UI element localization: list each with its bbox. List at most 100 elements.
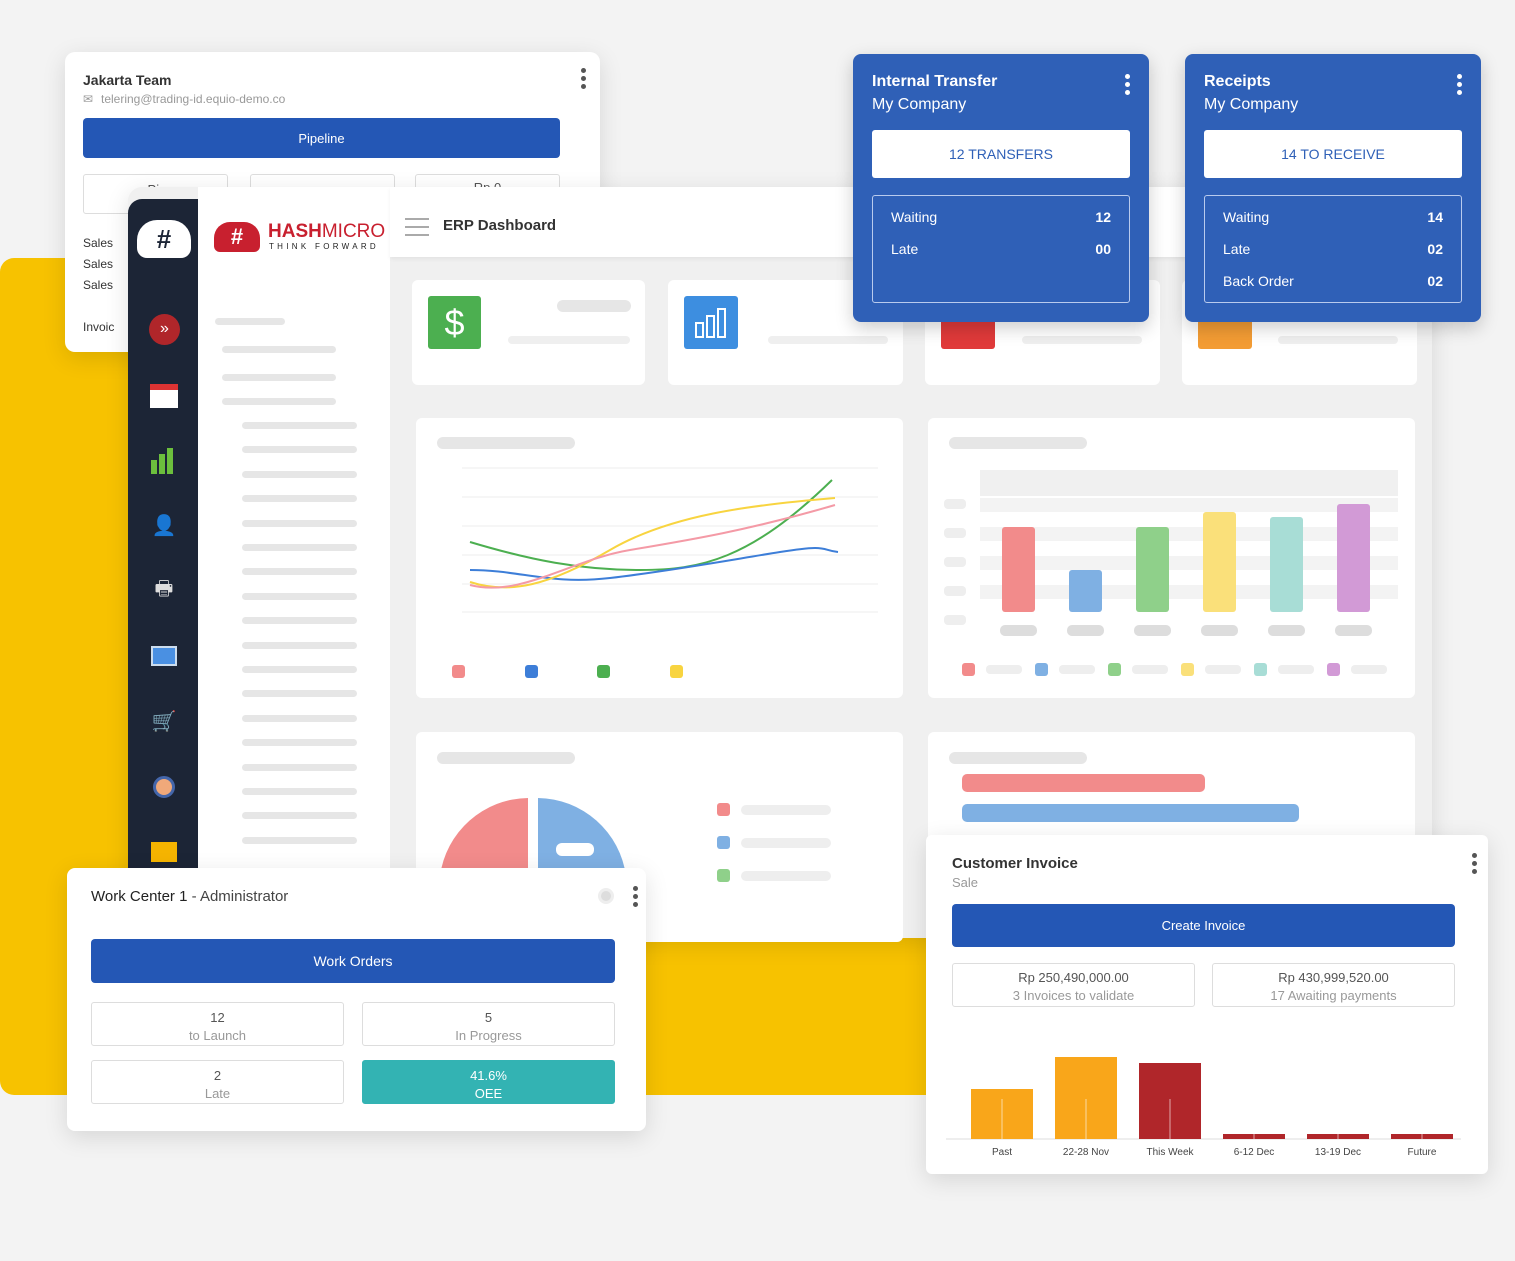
bar [1069, 570, 1102, 612]
nav-skeleton [242, 592, 357, 600]
calendar-icon[interactable] [148, 382, 180, 410]
legend-skeleton [1205, 665, 1241, 674]
skeleton-text [508, 336, 630, 344]
skeleton-bar-chart [944, 498, 1398, 676]
stat-box[interactable]: 12 to Launch [91, 1002, 344, 1046]
nav-skeleton [222, 398, 336, 405]
page-title: ERP Dashboard [443, 217, 557, 234]
to-receive-button[interactable]: 14 TO RECEIVE [1204, 130, 1462, 178]
bar [1337, 504, 1370, 612]
cart-icon[interactable]: 🛒 [148, 707, 180, 735]
skeleton-title [437, 437, 575, 449]
status-row[interactable]: Waiting 14 [1223, 209, 1443, 225]
company-name: My Company [1204, 96, 1299, 113]
legend-swatch [1035, 663, 1048, 676]
chart-icon[interactable] [148, 446, 180, 474]
y-tick-skeleton [944, 615, 966, 625]
more-icon[interactable] [633, 886, 639, 910]
more-icon[interactable] [581, 68, 587, 92]
skeleton-text [1278, 336, 1398, 344]
printer-icon[interactable]: 🖶 [148, 577, 180, 605]
grid-band [980, 527, 1398, 541]
transfers-button[interactable]: 12 TRANSFERS [872, 130, 1130, 178]
sidebar [128, 199, 198, 938]
stat-box[interactable]: Rp 250,490,000.00 3 Invoices to validate [952, 963, 1195, 1007]
mail-icon: ✉ [83, 92, 94, 106]
series-line-blue [469, 547, 839, 581]
list-item[interactable]: Sales [83, 236, 113, 250]
nav-skeleton [242, 666, 357, 673]
nav-skeleton [242, 544, 357, 551]
bar [1270, 517, 1303, 612]
nav-skeleton [242, 690, 357, 698]
receipts-card: Receipts My Company 14 TO RECEIVE Waitin… [1185, 54, 1481, 322]
legend-swatch [717, 869, 730, 882]
hbar-chart-card [928, 732, 1415, 852]
skeleton-text [768, 336, 888, 344]
stat-box[interactable]: Rp 430,999,520.00 17 Awaiting payments [1212, 963, 1455, 1007]
stat-box[interactable]: 2 Late [91, 1060, 344, 1104]
invoice-bar-chart: Past 22-28 Nov This Week 6-12 Dec 13-19 Dec F… [946, 1057, 1461, 1158]
nav-skeleton [222, 346, 336, 353]
status-row[interactable]: Waiting 12 [891, 209, 1111, 225]
y-tick-skeleton [944, 499, 966, 509]
computer-icon[interactable] [148, 642, 180, 670]
more-icon[interactable] [1457, 74, 1463, 98]
x-tick-label: 13-19 Dec [1315, 1147, 1361, 1158]
legend-skeleton [986, 665, 1022, 674]
work-center-card: Work Center 1 - Administrator Work Order… [67, 868, 646, 1131]
list-item[interactable]: Sales [83, 257, 113, 271]
skeleton-text [741, 838, 831, 848]
create-invoice-button[interactable]: Create Invoice [952, 904, 1455, 947]
dollar-icon: $ [428, 296, 481, 349]
hamburger-menu-icon[interactable] [405, 218, 429, 236]
legend-swatch [962, 663, 975, 676]
skeleton-title [949, 437, 1087, 449]
nav-skeleton [242, 519, 357, 527]
x-tick-label: 6-12 Dec [1234, 1147, 1275, 1158]
grid-band [980, 585, 1398, 599]
status-row[interactable]: Late 02 [1223, 241, 1443, 257]
x-tick-skeleton [1201, 625, 1238, 636]
nav-skeleton [242, 568, 357, 576]
x-tick-label: 22-28 Nov [1063, 1147, 1109, 1158]
series-line-green [469, 479, 833, 572]
company-name: My Company [872, 96, 967, 113]
support-icon[interactable] [148, 773, 180, 801]
nav-skeleton [242, 714, 357, 722]
skeleton-text [1022, 336, 1142, 344]
expand-icon[interactable]: » [149, 314, 180, 345]
more-icon[interactable] [1125, 74, 1131, 98]
more-icon[interactable] [1472, 853, 1478, 877]
x-tick-label: This Week [1146, 1147, 1194, 1158]
list-item[interactable]: Invoic [83, 320, 114, 334]
card-subtitle: Sale [952, 875, 979, 890]
status-row[interactable]: Back Order 02 [1223, 273, 1443, 289]
employee-icon[interactable]: 👤 [148, 511, 180, 539]
pie-slice [440, 798, 528, 876]
status-row[interactable]: Late 00 [891, 241, 1111, 257]
internal-transfer-card: Internal Transfer My Company 12 TRANSFER… [853, 54, 1149, 322]
x-tick-skeleton [1335, 625, 1372, 636]
x-tick-skeleton [1134, 625, 1171, 636]
hashmicro-logo: # HASHMICRO THINK FORWARD [214, 220, 385, 254]
logo-panel [198, 187, 390, 938]
work-orders-button[interactable]: Work Orders [91, 939, 615, 983]
inventory-icon[interactable] [148, 838, 180, 866]
card-title: Receipts [1204, 73, 1271, 90]
bar [1203, 512, 1236, 612]
nav-skeleton [242, 763, 357, 771]
stat-box[interactable]: 5 In Progress [362, 1002, 615, 1046]
skeleton-title [949, 752, 1087, 764]
pipeline-button[interactable]: Pipeline [83, 118, 560, 158]
x-tick-skeleton [1268, 625, 1305, 636]
oee-box[interactable]: 41.6% OEE [362, 1060, 615, 1104]
clock-icon [1198, 318, 1252, 349]
logo-tagline: THINK FORWARD [269, 242, 380, 251]
nav-skeleton [242, 470, 357, 478]
nav-skeleton [242, 739, 357, 747]
legend-skeleton [1278, 665, 1314, 674]
list-item[interactable]: Sales [83, 278, 113, 292]
x-tick-label: Future [1408, 1147, 1437, 1158]
card-title: Customer Invoice [952, 855, 1078, 872]
